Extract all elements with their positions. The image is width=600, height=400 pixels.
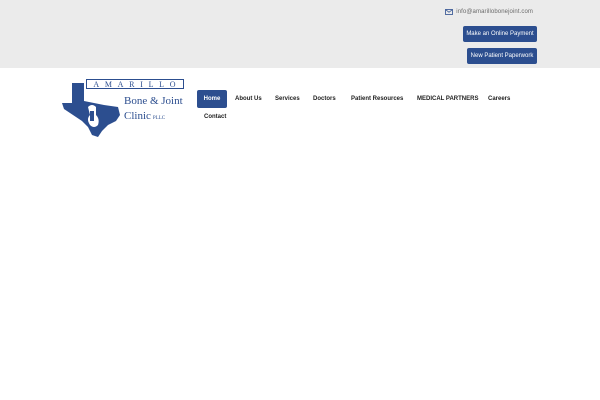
nav-doctors[interactable]: Doctors <box>307 90 342 108</box>
logo-letter: L <box>159 79 166 89</box>
nav-home[interactable]: Home <box>197 90 227 108</box>
top-bar: info@amarillobonejoint.com Make an Onlin… <box>0 0 600 68</box>
main-nav: Home About Us Services Doctors Patient R… <box>197 90 527 130</box>
nav-medical-partners[interactable]: MEDICAL PARTNERS <box>411 90 484 108</box>
logo-letter: I <box>140 79 144 89</box>
logo-pllc: PLLC <box>152 116 166 121</box>
nav-patient-resources[interactable]: Patient Resources <box>345 90 409 108</box>
patient-paperwork-button[interactable]: New Patient Paperwork <box>467 48 537 64</box>
envelope-icon <box>445 9 454 15</box>
logo-bone-joint: Bone & Joint <box>124 95 183 107</box>
header-email[interactable]: info@amarillobonejoint.com <box>445 7 533 17</box>
online-payment-button[interactable]: Make an Online Payment <box>463 26 537 42</box>
nav-about-us[interactable]: About Us <box>229 90 268 108</box>
texas-map-bone-icon <box>62 83 120 137</box>
nav-contact[interactable]: Contact <box>198 108 232 126</box>
logo-letter: L <box>148 79 155 89</box>
logo-letter: O <box>169 79 177 89</box>
logo-letter: R <box>129 79 136 89</box>
logo-clinic: Clinic PLLC <box>124 110 165 122</box>
nav-careers[interactable]: Careers <box>482 90 516 108</box>
clinic-logo[interactable]: A M A R I L L O Bone & Joint Clinic PLLC <box>60 79 186 139</box>
nav-services[interactable]: Services <box>269 90 306 108</box>
logo-clinic-text: Clinic <box>124 110 151 122</box>
email-text: info@amarillobonejoint.com <box>456 9 533 15</box>
